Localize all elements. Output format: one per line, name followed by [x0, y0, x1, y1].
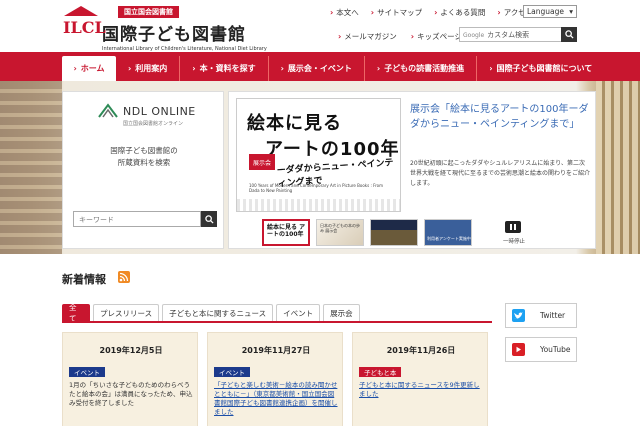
twitter-icon	[512, 309, 525, 322]
arrow-right-icon: ›	[434, 8, 438, 17]
news-tabs: 全て プレスリリース 子どもと本に関するニュース イベント 展示会	[62, 303, 363, 323]
carousel-thumb-4[interactable]: 利用者アンケート実施中	[424, 219, 472, 246]
twitter-link[interactable]: Twitter	[505, 303, 577, 328]
tab-all[interactable]: 全て	[62, 303, 90, 323]
news-card[interactable]: 2019年11月27日 イベント 「子どもと楽しむ美術－絵本の読み聞かせとともに…	[207, 332, 343, 426]
nav-exhibitions-events[interactable]: › 展示会・イベント	[269, 56, 365, 81]
util-link-mail-magazine[interactable]: › メールマガジン	[338, 31, 397, 42]
news-card-text: 1月の「ちいさな子どものためのわらべうたと絵本の会」は満員になったため、申込み受…	[69, 381, 193, 407]
util-link-kids-page[interactable]: › キッズページ	[411, 31, 462, 42]
tab-press-release[interactable]: プレスリリース	[93, 304, 160, 321]
arrow-right-icon: ›	[330, 8, 334, 17]
main-navigation: › ホーム › 利用案内 › 本・資料を探す › 展示会・イベント › 子どもの読書活動推…	[0, 52, 640, 81]
nav-about[interactable]: › 国際子ども図書館について	[477, 56, 604, 81]
utility-links-secondary: › メールマガジン › キッズページ	[338, 31, 476, 42]
carousel-thumb-3[interactable]	[370, 219, 418, 246]
category-badge: イベント	[69, 367, 105, 377]
news-card[interactable]: 2019年12月5日 イベント 1月の「ちいさな子どものためのわらべうたと絵本の…	[62, 332, 198, 426]
exhibit-title-link[interactable]: 展示会「絵本に見るアートの100年ーダダからニュー・ペインティングまで」	[410, 102, 590, 132]
keyword-search-input[interactable]: キーワード	[73, 211, 201, 227]
keyword-search-button[interactable]	[201, 211, 217, 227]
ilcl-logo-mark: ILCL	[62, 6, 106, 46]
search-icon	[204, 214, 214, 224]
exhibit-poster[interactable]: 絵本に見る アートの100年 展示会 ーダダからニュー・ペインティングまで 10…	[236, 98, 401, 212]
ndl-logo-icon	[98, 103, 118, 118]
language-select[interactable]: Language ▾	[523, 5, 577, 18]
library-exterior-image	[596, 81, 640, 254]
util-link-main-content[interactable]: › 本文へ	[330, 7, 359, 18]
site-search-input[interactable]: Google カスタム検索	[459, 27, 562, 42]
exhibit-carousel: 絵本に見る アートの100年 展示会 ーダダからニュー・ペインティングまで 10…	[228, 91, 596, 249]
site-header: ILCL 国立国会図書館 国際子ども図書館 International Libr…	[0, 0, 640, 52]
utility-links: › 本文へ › サイトマップ › よくある質問 › アクセス	[330, 7, 545, 18]
carousel-thumb-2[interactable]: 日本の子どもの本の歩み 展示会	[316, 219, 364, 246]
ndl-online-logo[interactable]: NDL ONLINE	[97, 103, 196, 119]
arrow-right-icon: ›	[338, 32, 342, 41]
ndl-online-panel: NDL ONLINE 国立国会図書館オンライン 国際子ども図書館の 所蔵資料を検…	[62, 91, 224, 249]
news-cards: 2019年12月5日 イベント 1月の「ちいさな子どものためのわらべうたと絵本の…	[62, 332, 488, 426]
chevron-right-icon: ›	[489, 64, 493, 73]
category-badge: 子どもと本	[359, 367, 402, 377]
arrow-right-icon: ›	[370, 8, 375, 17]
tab-children-books-news[interactable]: 子どもと本に関するニュース	[162, 304, 274, 321]
arrow-right-icon: ›	[410, 32, 415, 41]
arrow-right-icon: ›	[497, 8, 501, 17]
nav-search-materials[interactable]: › 本・資料を探す	[180, 56, 269, 81]
util-link-sitemap[interactable]: › サイトマップ	[371, 7, 422, 18]
nav-home[interactable]: › ホーム	[62, 56, 116, 81]
news-card[interactable]: 2019年11月26日 子どもと本 子どもと本に関するニュースを9件更新しました	[352, 332, 488, 426]
pause-label: 一時停止	[503, 239, 526, 245]
chevron-down-icon: ▾	[569, 7, 573, 16]
ndl-online-description: 国際子ども図書館の 所蔵資料を検索	[110, 146, 178, 167]
tab-events[interactable]: イベント	[276, 304, 321, 321]
news-card-link[interactable]: 「子どもと楽しむ美術－絵本の読み聞かせとともに－」（東京都美術館・国立国会図書館…	[214, 381, 340, 417]
carousel-pause-button[interactable]	[505, 221, 521, 233]
nav-reading-promotion[interactable]: › 子どもの読書活動推進	[365, 56, 478, 81]
ndl-online-subtitle: 国立国会図書館オンライン	[123, 121, 184, 127]
chevron-right-icon: ›	[376, 64, 381, 73]
youtube-icon	[512, 343, 525, 356]
util-link-faq[interactable]: › よくある質問	[434, 7, 485, 18]
tab-exhibitions[interactable]: 展示会	[323, 304, 360, 321]
exhibit-description: 20世紀初頭に起こったダダやシュルレアリスムに始まり、第二次世界大戦を経て現代に…	[410, 160, 591, 187]
rss-icon[interactable]	[118, 271, 130, 283]
hero-area: NDL ONLINE 国立国会図書館オンライン 国際子ども図書館の 所蔵資料を検…	[0, 81, 640, 254]
chevron-right-icon: ›	[73, 64, 77, 73]
chevron-right-icon: ›	[280, 64, 284, 73]
chevron-right-icon: ›	[192, 64, 196, 73]
youtube-link[interactable]: YouTube	[505, 337, 577, 362]
pause-icon	[510, 224, 512, 230]
logo-main-label: 国際子ども図書館	[102, 25, 246, 45]
library-interior-image	[0, 81, 62, 254]
category-badge: イベント	[214, 367, 250, 377]
site-logo[interactable]: ILCL 国立国会図書館 国際子ども図書館 International Libr…	[62, 6, 267, 52]
search-icon	[564, 30, 574, 39]
chevron-right-icon: ›	[128, 64, 132, 73]
news-card-link[interactable]: 子どもと本に関するニュースを9件更新しました	[359, 381, 485, 399]
nav-usage-guide[interactable]: › 利用案内	[116, 56, 181, 81]
carousel-thumb-1[interactable]: 絵本に見る アートの100年	[262, 219, 310, 246]
logo-top-label: 国立国会図書館	[118, 6, 179, 18]
carousel-thumbnails: 絵本に見る アートの100年 日本の子どもの本の歩み 展示会 利用者アンケート実…	[262, 219, 472, 246]
news-heading: 新着情報	[62, 273, 106, 286]
site-search-button[interactable]	[561, 27, 577, 42]
